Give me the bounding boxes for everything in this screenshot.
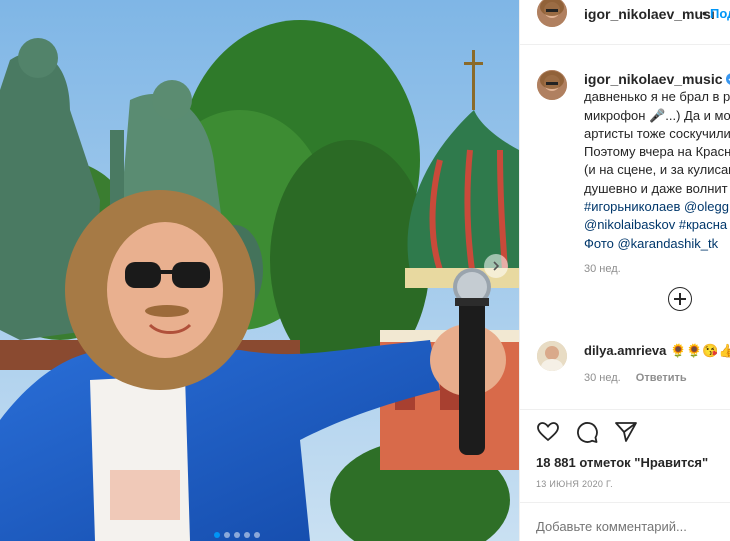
caption-line: igor_nikolaev_musicД xyxy=(584,70,730,88)
avatar-image xyxy=(537,70,567,100)
pagination-dot xyxy=(234,532,240,538)
share-button[interactable] xyxy=(614,420,638,444)
likes-count[interactable]: 18 881 отметок "Нравится" xyxy=(536,455,708,470)
caption-username[interactable]: igor_nikolaev_music xyxy=(584,71,723,87)
header-divider xyxy=(520,44,730,45)
pagination-dot xyxy=(254,532,260,538)
caption-avatar[interactable] xyxy=(537,70,567,100)
photo-illustration xyxy=(0,0,519,541)
avatar-image xyxy=(537,0,567,27)
like-button[interactable] xyxy=(536,420,560,444)
post-header: igor_nikolaev_musi • Под xyxy=(520,0,730,28)
caption-line: душевно и даже волнит xyxy=(584,180,728,196)
caption-photo-credit: Фото @karandashik_tk xyxy=(584,235,730,253)
header-separator: • xyxy=(702,5,707,21)
avatar[interactable] xyxy=(537,0,567,27)
load-more-comments-button[interactable] xyxy=(668,287,692,311)
instagram-post: igor_nikolaev_musi • Под igor_nikolaev_m… xyxy=(0,0,730,541)
comment-button[interactable] xyxy=(575,420,599,444)
caption-time[interactable]: 30 нед. xyxy=(584,260,730,278)
caption-hashtag-line[interactable]: @nikolaibaskov #красна xyxy=(584,216,730,234)
paper-plane-icon xyxy=(615,422,637,442)
pagination-dot xyxy=(244,532,250,538)
photo-pagination-dots xyxy=(214,532,260,538)
chevron-right-icon xyxy=(493,261,500,271)
input-divider xyxy=(520,502,730,503)
reply-button[interactable]: Ответить xyxy=(636,372,687,384)
caption-line: давненько я не брал в р xyxy=(584,89,730,105)
caption-line: артисты тоже соскучили xyxy=(584,125,730,141)
post-caption: igor_nikolaev_musicД давненько я не брал… xyxy=(584,70,730,278)
add-comment-input[interactable] xyxy=(536,519,726,534)
commenter-avatar[interactable] xyxy=(537,341,567,371)
post-date[interactable]: 13 ИЮНЯ 2020 Г. xyxy=(536,479,613,489)
actions-divider xyxy=(520,409,730,410)
avatar-image xyxy=(537,341,567,371)
comment: dilya.amrieva 🌻🌻😘👍 xyxy=(584,343,730,359)
post-author-username[interactable]: igor_nikolaev_musi xyxy=(584,6,715,22)
comment-meta: 30 нед. Ответить xyxy=(584,372,687,384)
next-photo-button[interactable] xyxy=(484,254,508,278)
comment-bubble-icon xyxy=(577,422,598,443)
caption-line: (и на сцене, и за кулисам xyxy=(584,162,730,178)
pagination-dot xyxy=(214,532,220,538)
caption-line: микрофон 🎤...) Да и мо xyxy=(584,107,730,123)
verified-badge-icon xyxy=(725,73,730,85)
heart-icon xyxy=(537,422,559,442)
comment-time[interactable]: 30 нед. xyxy=(584,372,621,384)
post-actions xyxy=(536,420,638,444)
pagination-dot xyxy=(224,532,230,538)
post-side-panel: igor_nikolaev_musi • Под igor_nikolaev_m… xyxy=(519,0,730,541)
post-photo[interactable] xyxy=(0,0,519,541)
comment-text: 🌻🌻😘👍 xyxy=(670,343,730,358)
follow-button[interactable]: Под xyxy=(710,6,730,21)
commenter-username[interactable]: dilya.amrieva xyxy=(584,343,666,358)
photo-credit-text[interactable]: Фото @karandashik_tk xyxy=(584,236,718,251)
caption-hashtag-line[interactable]: #игорьниколаев @olegg xyxy=(584,198,730,216)
caption-line: Поэтому вчера на Красн xyxy=(584,144,730,160)
